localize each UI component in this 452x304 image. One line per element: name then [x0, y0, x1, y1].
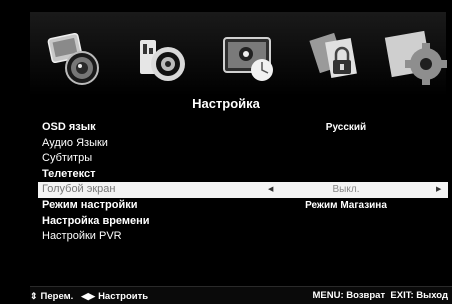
menu-item-setup-mode[interactable]: Режим настройки Режим Магазина: [38, 198, 448, 214]
setup-icon[interactable]: [384, 26, 448, 88]
menu-item-label: Телетекст: [42, 167, 96, 180]
footer-move-hint: Перем.: [40, 291, 74, 302]
arrow-right-icon[interactable]: ▶: [436, 182, 441, 198]
left-right-icon: ◀▶: [81, 291, 96, 301]
menu-item-osd-language[interactable]: OSD язык Русский: [38, 120, 448, 136]
menu-item-label: OSD язык: [42, 121, 96, 133]
menu-item-time-setup[interactable]: Настройка времени: [38, 214, 448, 230]
page-title: Настройка: [192, 96, 260, 111]
menu-item-value: Русский: [325, 122, 367, 133]
footer-right-hints: MENU: Возврат EXIT: Выход: [313, 287, 449, 304]
footer-adjust-hint: Настроить: [98, 291, 149, 302]
picture-icon[interactable]: [44, 26, 108, 88]
menu-icon-bar: [30, 12, 448, 96]
menu-item-value: Режим Магазина: [305, 199, 387, 211]
settings-menu-list: OSD язык Русский Аудио Языки Субтитры Те…: [38, 120, 448, 245]
arrow-left-icon[interactable]: ◀: [268, 182, 273, 198]
up-down-icon: ⇕: [30, 291, 38, 301]
menu-item-value: Выкл.: [332, 184, 360, 196]
menu-item-label: Аудио Языки: [42, 136, 108, 149]
menu-item-label: Голубой экран: [42, 183, 116, 196]
sound-icon[interactable]: [130, 26, 194, 88]
menu-item-audio-languages[interactable]: Аудио Языки: [38, 136, 448, 152]
menu-item-subtitles[interactable]: Субтитры: [38, 151, 448, 167]
footer-menu-hint: MENU: Возврат: [312, 290, 386, 301]
menu-item-label: Настройки PVR: [42, 230, 122, 243]
clock-icon[interactable]: [218, 26, 282, 88]
menu-item-label: Настройка времени: [42, 214, 150, 227]
menu-item-blue-screen[interactable]: Голубой экран ◀ Выкл. ▶: [38, 182, 448, 198]
menu-item-label: Субтитры: [42, 152, 93, 165]
menu-item-teletext[interactable]: Телетекст: [38, 167, 448, 183]
tv-menu-screen: Настройка OSD язык Русский Аудио Языки С…: [0, 0, 452, 304]
footer-exit-hint: EXIT: Выход: [390, 290, 448, 301]
footer-hint-bar: ⇕ Перем. ◀▶ Настроить MENU: Возврат EXIT: …: [30, 286, 452, 304]
footer-left-hints: ⇕ Перем. ◀▶ Настроить: [30, 287, 148, 304]
menu-item-pvr-settings[interactable]: Настройки PVR: [38, 229, 448, 245]
menu-item-label: Режим настройки: [42, 198, 138, 211]
lock-icon[interactable]: [306, 26, 370, 88]
